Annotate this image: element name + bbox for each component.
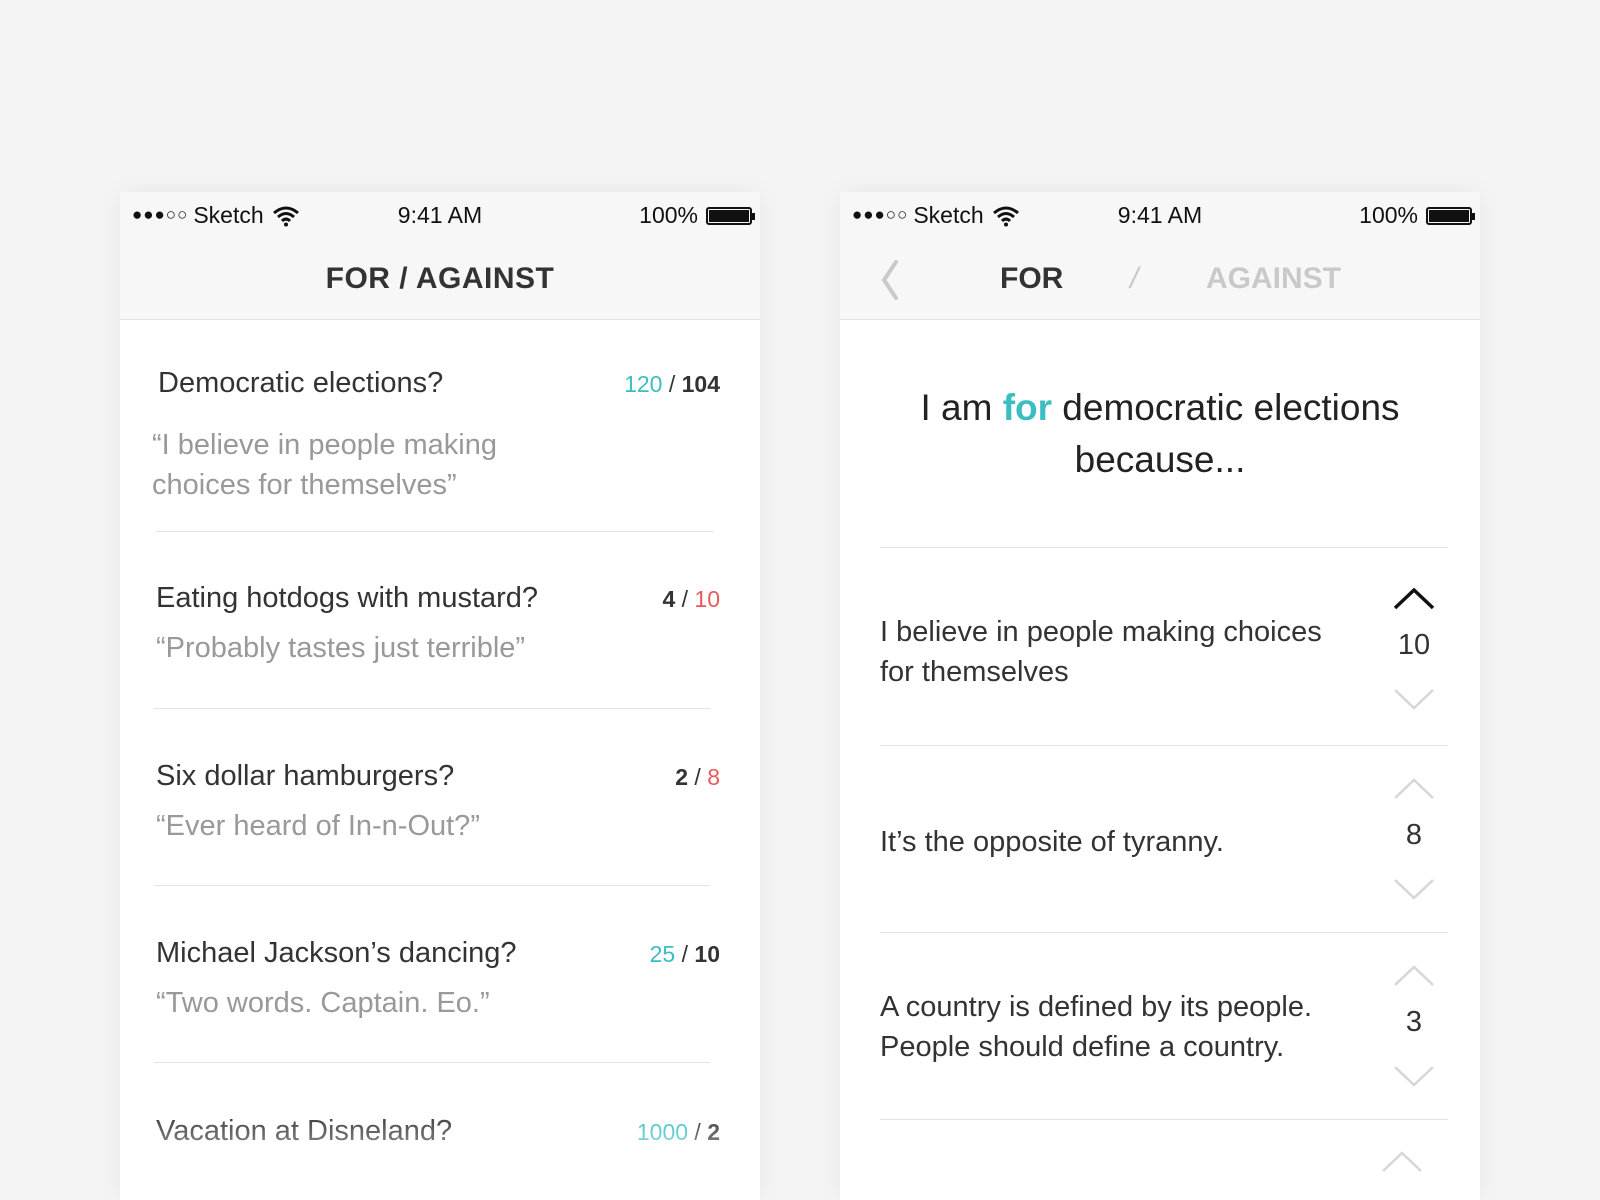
headline-stance: for <box>1002 387 1053 428</box>
against-count: 10 <box>694 586 720 612</box>
debate-quote: “Probably tastes just terrible” <box>156 632 526 664</box>
back-chevron-icon[interactable] <box>878 260 902 300</box>
nav-bar: FOR / AGAINST <box>840 240 1480 320</box>
list-divider <box>154 885 710 886</box>
for-count: 2 <box>675 764 689 790</box>
debate-score: 25 / 10 <box>650 941 720 968</box>
debate-list-item[interactable]: Michael Jackson’s dancing? 25 / 10 “Two wo… <box>156 937 720 1067</box>
reason-text: A country is defined by its people. Peop… <box>880 991 1313 1063</box>
debate-quote: “Ever heard of In-n-Out?” <box>156 810 480 842</box>
debate-score: 120 / 104 <box>624 371 720 398</box>
segment-separator: / <box>1130 262 1139 295</box>
reason-text: I believe in people making choices for t… <box>880 616 1322 688</box>
battery-percent: 100% <box>639 202 698 228</box>
list-divider <box>154 1062 710 1063</box>
downvote-chevron-icon[interactable] <box>1392 1064 1436 1088</box>
vote-count: 3 <box>1405 1006 1423 1038</box>
debate-score: 2 / 8 <box>675 764 720 791</box>
battery: 100% <box>1359 202 1475 229</box>
for-count: 120 <box>624 371 663 397</box>
debate-list-item[interactable]: Democratic elections? 120 / 104 “I believe… <box>152 367 720 501</box>
score-separator: / <box>688 764 708 790</box>
debate-score: 4 / 10 <box>662 586 720 613</box>
for-count: 25 <box>649 941 676 967</box>
battery-icon <box>706 206 755 225</box>
reason-text: It’s the opposite of tyranny. <box>880 826 1224 858</box>
reason-item: A country is defined by its people. Peop… <box>880 192 1440 1087</box>
stance-headline: I am for democratic elections because... <box>840 382 1480 486</box>
against-count: 104 <box>681 371 720 397</box>
score-separator: / <box>675 941 695 967</box>
vote-count: 8 <box>1405 819 1423 851</box>
debate-list-item[interactable]: Eating hotdogs with mustard? 4 / 10 “Proba… <box>156 582 720 712</box>
battery-icon <box>1426 206 1475 225</box>
segment-for[interactable]: FOR <box>1000 262 1063 296</box>
debate-list-screen: ●●●○○ Sketch 9:41 AM 100% FOR / AGAINST … <box>120 192 760 1200</box>
against-count: 8 <box>707 764 720 790</box>
score-separator: / <box>662 371 682 397</box>
list-divider <box>156 531 714 532</box>
vote-control: 3 <box>1384 964 1444 1104</box>
status-bar: ●●●○○ Sketch 9:41 AM 100% <box>120 192 760 240</box>
vote-control: 8 <box>1384 777 1444 917</box>
headline-prefix: I am <box>920 387 1003 428</box>
reason-divider <box>880 547 1448 548</box>
upvote-chevron-icon[interactable] <box>1392 964 1436 988</box>
debate-title: Eating hotdogs with mustard? <box>156 582 539 614</box>
debate-quote: “I believe in people making choices for … <box>152 429 497 501</box>
reason-divider <box>880 932 1448 933</box>
headline-suffix: democratic elections because... <box>1052 387 1400 480</box>
page-title: FOR / AGAINST <box>325 262 555 295</box>
vote-control: 10 <box>1384 587 1444 727</box>
battery-percent: 100% <box>1359 202 1418 228</box>
battery: 100% <box>639 202 755 229</box>
upvote-chevron-icon[interactable] <box>1392 777 1436 801</box>
upvote-chevron-icon[interactable] <box>1392 587 1436 611</box>
status-bar: ●●●○○ Sketch 9:41 AM 100% <box>840 192 1480 240</box>
debate-title: Michael Jackson’s dancing? <box>156 937 517 969</box>
upvote-chevron-icon[interactable] <box>1380 1150 1424 1174</box>
debate-quote: “Two words. Captain. Eo.” <box>156 987 490 1019</box>
debate-detail-screen: ●●●○○ Sketch 9:41 AM 100% FOR / AGAINST … <box>840 192 1480 1200</box>
list-divider <box>154 708 710 709</box>
downvote-chevron-icon[interactable] <box>1392 877 1436 901</box>
for-count: 4 <box>662 586 676 612</box>
nav-bar: FOR / AGAINST <box>120 240 760 320</box>
reason-divider <box>880 1119 1448 1120</box>
segment-against[interactable]: AGAINST <box>1206 262 1341 296</box>
downvote-chevron-icon[interactable] <box>1392 687 1436 711</box>
debate-title: Six dollar hamburgers? <box>156 760 455 792</box>
debate-title: Democratic elections? <box>158 367 444 399</box>
reason-divider <box>880 745 1448 746</box>
bottom-fade <box>120 1110 760 1200</box>
debate-list-item[interactable]: Six dollar hamburgers? 2 / 8 “Ever heard o… <box>156 760 720 890</box>
vote-count: 10 <box>1397 629 1431 661</box>
score-separator: / <box>675 586 695 612</box>
against-count: 10 <box>694 941 720 967</box>
